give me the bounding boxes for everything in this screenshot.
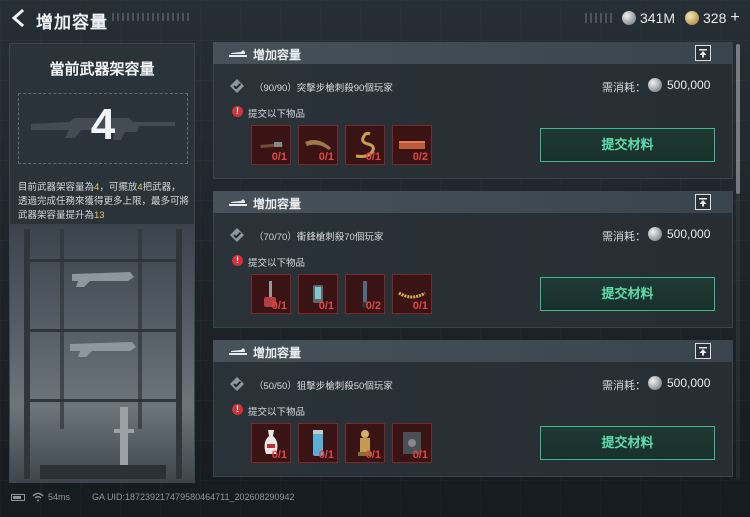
weapon-slot-frame: 4	[18, 93, 188, 164]
warning-icon: !	[232, 106, 243, 117]
weapon-rack-illustration	[24, 229, 182, 479]
required-item-vacuum-cleaner[interactable]: 0/1	[251, 274, 291, 314]
item-quantity: 0/1	[318, 300, 334, 312]
cost-value: 500,000	[667, 376, 711, 390]
silver-currency-value: 341M	[640, 10, 676, 26]
item-quantity: 0/1	[365, 151, 381, 163]
gold-currency-value: 328	[703, 10, 727, 26]
title-decoration	[112, 13, 192, 21]
submit-materials-button[interactable]: 提交材料	[540, 426, 715, 460]
cost-value: 500,000	[667, 227, 711, 241]
cost-label: 需消耗：	[602, 82, 646, 94]
required-item-lantern[interactable]: 0/1	[298, 274, 338, 314]
upgrade-card: 增加容量 （50/50）狙擊步槍刺殺50個玩家 需消耗： 500,000 ! 提…	[213, 340, 733, 477]
status-bar: 54ms GA UID:187239217479580464711_202608…	[0, 488, 750, 508]
rack-capacity-description: 目前武器架容量為4，可擺放4把武器，透過完成任務來獲得更多上限，最多可將武器架容…	[18, 181, 190, 223]
item-quantity: 0/1	[271, 300, 287, 312]
task-description: （50/50）狙擊步槍刺殺50個玩家	[254, 381, 393, 392]
required-item-thermos[interactable]: 0/1	[298, 423, 338, 463]
required-item-necklace[interactable]: 0/1	[392, 274, 432, 314]
item-quantity: 0/1	[318, 449, 334, 461]
item-quantity: 0/1	[365, 449, 381, 461]
requirement-label: 提交以下物品	[248, 258, 306, 269]
card-body: （50/50）狙擊步槍刺殺50個玩家 需消耗： 500,000 ! 提交以下物品…	[213, 362, 733, 477]
card-header: 增加容量	[213, 191, 733, 213]
wifi-icon	[32, 492, 44, 502]
card-header: 增加容量	[213, 340, 733, 362]
collapse-button[interactable]	[695, 343, 711, 359]
weapon-rack-icon	[229, 50, 247, 57]
weapon-rack-scene	[10, 224, 194, 482]
silver-coin-icon	[648, 78, 662, 92]
card-body: （90/90）突擊步槍刺殺90個玩家 需消耗： 500,000 ! 提交以下物品…	[213, 64, 733, 179]
submit-materials-button[interactable]: 提交材料	[540, 277, 715, 311]
item-quantity: 0/2	[365, 300, 381, 312]
item-quantity: 0/1	[412, 449, 428, 461]
rack-capacity-number: 4	[90, 100, 116, 149]
task-description: （90/90）突擊步槍刺殺90個玩家	[254, 83, 393, 94]
card-title: 增加容量	[253, 48, 302, 62]
desc-highlight-max: 13	[94, 210, 105, 221]
requirement-label: 提交以下物品	[248, 407, 306, 418]
gold-currency: 328 +	[685, 9, 740, 27]
weapon-rack-panel: 當前武器架容量 4 目前武器架容量為4，可擺放4把武器，透過完成任務來獲得更多上…	[9, 43, 195, 483]
collapse-up-icon	[699, 49, 707, 58]
battery-icon	[11, 494, 25, 501]
collapse-up-icon	[699, 347, 707, 356]
required-item-snake-figure[interactable]: 0/1	[345, 125, 385, 165]
task-description: （70/70）衝鋒槍刺殺70個玩家	[254, 232, 384, 243]
silver-currency: 341M	[622, 9, 675, 27]
required-item-vase[interactable]: 0/1	[251, 423, 291, 463]
upgrade-task-list[interactable]: 增加容量 （90/90）突擊步槍刺殺90個玩家 需消耗： 500,000 ! 提…	[213, 42, 733, 480]
cost-label: 需消耗：	[602, 231, 646, 243]
card-title: 增加容量	[253, 346, 302, 360]
ping-value: 54ms	[48, 492, 71, 502]
desc-text: ，可擺放	[99, 182, 138, 193]
collapse-button[interactable]	[695, 45, 711, 61]
item-quantity: 0/1	[271, 449, 287, 461]
weapon-rack-icon	[229, 348, 247, 355]
top-bar: 增加容量 341M 328 +	[0, 0, 750, 36]
task-complete-check-icon	[230, 228, 244, 242]
requirement-label: 提交以下物品	[248, 109, 306, 120]
item-quantity: 0/2	[412, 151, 428, 163]
task-complete-check-icon	[230, 79, 244, 93]
required-item-statue[interactable]: 0/1	[345, 423, 385, 463]
silver-coin-icon	[622, 11, 636, 25]
cost-label: 需消耗：	[602, 380, 646, 392]
add-currency-button[interactable]: +	[730, 9, 739, 27]
cost-value: 500,000	[667, 78, 711, 92]
card-header: 增加容量	[213, 42, 733, 64]
rack-capacity-title: 當前武器架容量	[49, 61, 155, 78]
scrollbar-thumb[interactable]	[736, 44, 740, 194]
upgrade-card: 增加容量 （70/70）衝鋒槍刺殺70個玩家 需消耗： 500,000 ! 提交…	[213, 191, 733, 328]
card-body: （70/70）衝鋒槍刺殺70個玩家 需消耗： 500,000 ! 提交以下物品 …	[213, 213, 733, 328]
warning-icon: !	[232, 255, 243, 266]
required-item-tool-kit[interactable]: 0/1	[251, 125, 291, 165]
silver-coin-icon	[648, 227, 662, 241]
submit-materials-button[interactable]: 提交材料	[540, 128, 715, 162]
item-quantity: 0/1	[271, 151, 287, 163]
card-title: 增加容量	[253, 197, 302, 211]
upgrade-card: 增加容量 （90/90）突擊步槍刺殺90個玩家 需消耗： 500,000 ! 提…	[213, 42, 733, 179]
required-item-cigar-box[interactable]: 0/2	[392, 125, 432, 165]
gold-coin-icon	[685, 11, 699, 25]
collapse-up-icon	[699, 198, 707, 207]
item-quantity: 0/1	[318, 151, 334, 163]
task-complete-check-icon	[230, 377, 244, 391]
collapse-button[interactable]	[695, 194, 711, 210]
page-title: 增加容量	[36, 13, 108, 32]
desc-text: 目前武器架容量為	[18, 182, 95, 193]
scrollbar[interactable]	[736, 44, 740, 480]
back-arrow-icon[interactable]	[10, 9, 28, 27]
user-uid: GA UID:187239217479580464711_20260829094…	[92, 492, 295, 502]
silver-coin-icon	[648, 376, 662, 390]
required-item-safe-box[interactable]: 0/1	[392, 423, 432, 463]
warning-icon: !	[232, 404, 243, 415]
currency-decoration	[585, 13, 615, 23]
weapon-rack-icon	[229, 199, 247, 206]
required-item-hand-truck[interactable]: 0/2	[345, 274, 385, 314]
required-item-horn[interactable]: 0/1	[298, 125, 338, 165]
item-quantity: 0/1	[412, 300, 428, 312]
